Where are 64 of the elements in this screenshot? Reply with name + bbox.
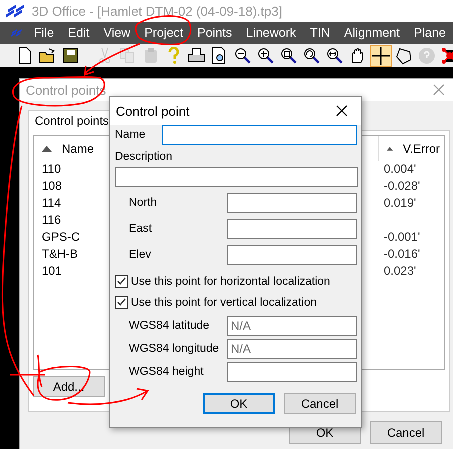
menu-item[interactable]: Edit (61, 26, 97, 40)
save-icon[interactable] (61, 46, 81, 66)
field-label: WGS84 longitude (128, 343, 220, 355)
zoom-in-icon[interactable] (256, 46, 276, 66)
table-cell-text: 114 (41, 195, 62, 212)
printer-icon[interactable] (187, 46, 207, 66)
column-header[interactable]: V.Error (378, 136, 444, 161)
table-cell-text: -0.016' (383, 246, 422, 263)
table-cell-text: 116 (41, 212, 62, 229)
close-icon[interactable] (335, 104, 349, 118)
polygon-icon[interactable] (394, 46, 414, 66)
field-label: East (128, 223, 152, 235)
field-label: Elev (128, 249, 152, 261)
table-cell-text: 0.023' (383, 263, 418, 280)
menu-item[interactable]: View (96, 26, 138, 40)
field-label: Name (115, 129, 146, 141)
zoom-previous-icon[interactable] (302, 46, 322, 66)
input-field[interactable]: N/A (227, 339, 357, 359)
field-label: WGS84 height (128, 366, 204, 378)
app-logo-icon (4, 4, 26, 18)
column-header[interactable]: Name (34, 136, 102, 161)
menu-item[interactable]: Project (138, 26, 190, 40)
zoom-extents-icon[interactable] (325, 46, 345, 66)
add-button[interactable]: Add... (33, 376, 105, 397)
checkbox[interactable] (115, 275, 128, 288)
input-field[interactable] (227, 362, 357, 382)
cancel-button[interactable]: Cancel (370, 421, 442, 444)
field-label: Description (115, 151, 173, 163)
table-cell-text: 0.004' (383, 161, 418, 178)
menu-item[interactable]: Linework (239, 26, 304, 40)
table-cell-text: GPS-C (41, 229, 82, 246)
input-field[interactable] (227, 193, 357, 213)
table-cell-text: 110 (41, 161, 62, 178)
input-field[interactable]: N/A (227, 316, 357, 336)
table-cell-text: -0.001' (383, 229, 422, 246)
sort-icon (387, 146, 394, 152)
sort-icon (42, 146, 52, 152)
input-field[interactable] (227, 245, 357, 265)
menu-item[interactable]: Plane (407, 26, 453, 40)
crosshair-icon[interactable] (371, 46, 391, 66)
input-field[interactable] (227, 219, 357, 239)
zoom-out-icon[interactable] (233, 46, 253, 66)
menu-item[interactable]: Points (190, 26, 240, 40)
dialog-title: Control point (116, 104, 190, 118)
table-cell-text: 101 (41, 263, 64, 280)
ok-button[interactable]: OK (203, 393, 275, 414)
window-title: 3D Office - [Hamlet DTM-02 (04-09-18).tp3] (32, 4, 282, 18)
table-cell-text: -0.028' (383, 178, 422, 195)
input-field[interactable] (115, 167, 358, 187)
input-field[interactable] (162, 125, 357, 145)
checkbox-label: Use this point for horizontal localization (131, 276, 330, 288)
annotation-arrow (84, 43, 140, 76)
checkbox-label: Use this point for vertical localization (131, 296, 317, 308)
cancel-button[interactable]: Cancel (284, 393, 356, 414)
menu-item[interactable]: File (27, 26, 62, 40)
menu-item[interactable]: Alignment (337, 26, 408, 40)
field-label: North (128, 197, 158, 209)
table-cell-text: 0.019' (383, 195, 418, 212)
field-label: WGS84 latitude (128, 320, 210, 332)
table-cell-text: T&H-B (41, 246, 79, 263)
checkbox[interactable] (115, 296, 128, 309)
zoom-window-icon[interactable] (279, 46, 299, 66)
table-cell-text: 108 (41, 178, 64, 195)
menu-item[interactable]: TIN (303, 26, 338, 40)
